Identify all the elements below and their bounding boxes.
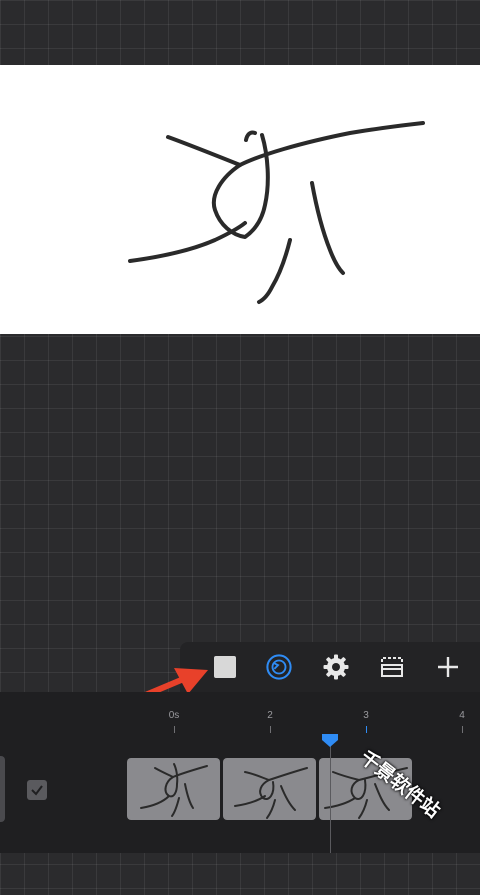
drawing-canvas[interactable] bbox=[0, 65, 480, 334]
tick-mark bbox=[270, 726, 271, 733]
tick-mark bbox=[174, 726, 175, 733]
onion-skin-icon bbox=[266, 654, 292, 680]
tick-mark bbox=[462, 726, 463, 733]
frame-thumbnail[interactable] bbox=[127, 758, 220, 820]
frame-checkbox[interactable] bbox=[27, 780, 47, 800]
frame-thumbnail[interactable] bbox=[223, 758, 316, 820]
stop-button[interactable] bbox=[212, 654, 238, 680]
tick-label: 4 bbox=[459, 710, 465, 721]
settings-button[interactable] bbox=[323, 654, 349, 680]
onion-skin-button[interactable] bbox=[266, 654, 292, 680]
check-icon bbox=[31, 785, 43, 796]
frame-options-button[interactable] bbox=[379, 654, 405, 680]
tick-label: 0s bbox=[168, 710, 180, 721]
add-frame-button[interactable] bbox=[435, 654, 461, 680]
frame-options-icon bbox=[381, 657, 403, 677]
tick-label: 2 bbox=[267, 710, 273, 721]
tick-mark bbox=[366, 726, 367, 733]
gear-icon bbox=[323, 654, 349, 680]
animation-toolbar bbox=[180, 642, 480, 692]
playhead-marker-icon[interactable] bbox=[320, 732, 340, 748]
tick-label: 3 bbox=[363, 710, 369, 721]
previous-frame-thumbnail[interactable] bbox=[0, 756, 5, 822]
plus-icon bbox=[438, 657, 458, 677]
stop-square-icon bbox=[214, 656, 236, 678]
